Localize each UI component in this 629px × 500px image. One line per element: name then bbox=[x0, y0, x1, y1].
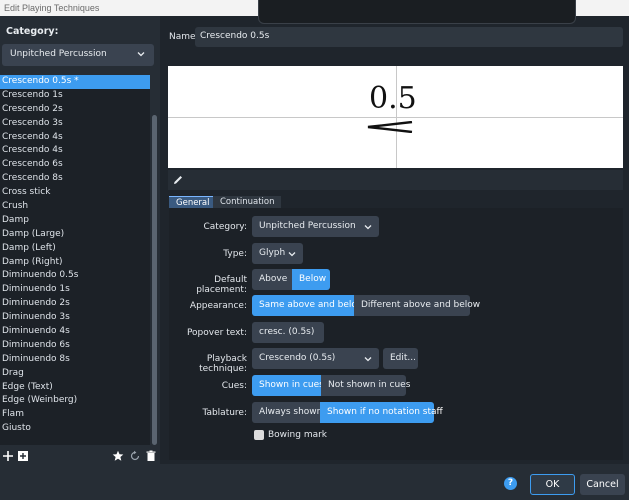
list-item[interactable]: Crush bbox=[0, 200, 150, 214]
technique-list[interactable]: Crescendo 0.5s * Crescendo 1s Crescendo 2s… bbox=[0, 75, 150, 445]
placement-field-label: Default placement: bbox=[196, 275, 247, 295]
list-item[interactable]: Crescendo 3s bbox=[0, 117, 150, 131]
bowing-mark-label: Bowing mark bbox=[268, 430, 328, 440]
technique-list-panel: Category: Unpitched Percussion Crescendo… bbox=[0, 16, 160, 464]
pencil-icon[interactable] bbox=[170, 172, 186, 188]
preview-glyph-text: 0.5 bbox=[369, 81, 417, 116]
list-item[interactable]: Damp (Right) bbox=[0, 256, 150, 270]
star-icon[interactable] bbox=[112, 450, 124, 462]
category-select-value: Unpitched Percussion bbox=[259, 221, 356, 231]
list-item[interactable]: Crescendo 0.5s * bbox=[0, 75, 150, 89]
ok-button[interactable]: OK bbox=[530, 474, 575, 495]
duplicate-icon[interactable] bbox=[17, 450, 29, 462]
list-item[interactable]: Diminuendo 8s bbox=[0, 353, 150, 367]
appearance-same-button[interactable]: Same above and below bbox=[252, 295, 364, 316]
tab-general[interactable]: General bbox=[169, 196, 217, 208]
category-filter-value: Unpitched Percussion bbox=[10, 49, 107, 59]
cues-not-shown-button[interactable]: Not shown in cues bbox=[321, 375, 410, 396]
list-item[interactable]: Giusto bbox=[0, 422, 150, 436]
type-select[interactable]: Glyph bbox=[252, 243, 303, 264]
category-field-label: Category: bbox=[203, 222, 248, 232]
list-item[interactable]: Diminuendo 6s bbox=[0, 339, 150, 353]
list-item[interactable]: Crescendo 4s bbox=[0, 131, 150, 145]
help-button[interactable]: ? bbox=[504, 477, 517, 490]
list-item[interactable]: Diminuendo 4s bbox=[0, 325, 150, 339]
list-item[interactable]: Damp (Large) bbox=[0, 228, 150, 242]
list-scrollbar-thumb[interactable] bbox=[152, 115, 157, 445]
list-item[interactable]: Crescendo 8s bbox=[0, 172, 150, 186]
list-item[interactable]: Crescendo 1s bbox=[0, 89, 150, 103]
list-item[interactable]: Diminuendo 2s bbox=[0, 297, 150, 311]
list-item[interactable]: Crescendo 6s bbox=[0, 158, 150, 172]
popover-text-input[interactable]: cresc. (0.5s) bbox=[252, 322, 324, 343]
chevron-down-icon bbox=[364, 357, 372, 362]
list-toolbar bbox=[0, 448, 160, 464]
placement-below-button[interactable]: Below bbox=[292, 269, 330, 290]
glyph-preview: 0.5 bbox=[168, 66, 623, 168]
overlay-popup-window bbox=[258, 0, 576, 24]
list-item[interactable]: Drag bbox=[0, 367, 150, 381]
playback-technique-value: Crescendo (0.5s) bbox=[259, 353, 336, 363]
crescendo-hairpin-icon bbox=[367, 121, 413, 133]
category-select[interactable]: Unpitched Percussion bbox=[252, 216, 379, 237]
list-item[interactable]: Damp bbox=[0, 214, 150, 228]
chevron-down-icon bbox=[364, 225, 372, 230]
edit-playback-button[interactable]: Edit... bbox=[383, 348, 418, 369]
list-item[interactable]: Crescendo 4s bbox=[0, 144, 150, 158]
preview-edit-strip bbox=[168, 170, 623, 190]
category-label: Category: bbox=[6, 26, 59, 37]
list-item[interactable]: Damp (Left) bbox=[0, 242, 150, 256]
playback-technique-select[interactable]: Crescendo (0.5s) bbox=[252, 348, 379, 369]
tablature-field-label: Tablature: bbox=[202, 408, 247, 418]
category-filter-select[interactable]: Unpitched Percussion bbox=[2, 44, 154, 66]
cues-field-label: Cues: bbox=[221, 381, 247, 391]
list-item[interactable]: Diminuendo 1s bbox=[0, 283, 150, 297]
list-item[interactable]: Diminuendo 0.5s bbox=[0, 269, 150, 283]
tab-continuation[interactable]: Continuation bbox=[213, 196, 282, 208]
trash-icon[interactable] bbox=[145, 450, 157, 462]
add-icon[interactable] bbox=[2, 450, 14, 462]
name-input[interactable]: Crescendo 0.5s bbox=[195, 27, 623, 47]
bowing-mark-checkbox[interactable] bbox=[254, 430, 264, 440]
appearance-different-button[interactable]: Different above and below bbox=[354, 295, 480, 316]
appearance-field-label: Appearance: bbox=[189, 301, 247, 311]
chevron-down-icon bbox=[288, 252, 296, 257]
popover-field-label: Popover text: bbox=[186, 328, 247, 338]
cues-shown-button[interactable]: Shown in cues bbox=[252, 375, 324, 396]
tablature-always-button[interactable]: Always shown bbox=[252, 402, 322, 423]
list-item[interactable]: Edge (Text) bbox=[0, 381, 150, 395]
cancel-button[interactable]: Cancel bbox=[580, 474, 625, 495]
list-item[interactable]: Diminuendo 3s bbox=[0, 311, 150, 325]
list-item[interactable]: Crescendo 2s bbox=[0, 103, 150, 117]
tablature-if-no-staff-button[interactable]: Shown if no notation staff bbox=[320, 402, 443, 423]
list-scrollbar[interactable] bbox=[150, 75, 160, 445]
list-item[interactable]: Flam bbox=[0, 408, 150, 422]
playback-field-label: Playback technique: bbox=[199, 354, 247, 374]
type-field-label: Type: bbox=[223, 249, 247, 259]
reset-icon[interactable] bbox=[129, 450, 141, 462]
list-item[interactable]: Cross stick bbox=[0, 186, 150, 200]
chevron-down-icon bbox=[137, 52, 145, 57]
placement-above-button[interactable]: Above bbox=[252, 269, 292, 290]
list-item[interactable]: Edge (Weinberg) bbox=[0, 394, 150, 408]
type-select-value: Glyph bbox=[259, 248, 286, 258]
